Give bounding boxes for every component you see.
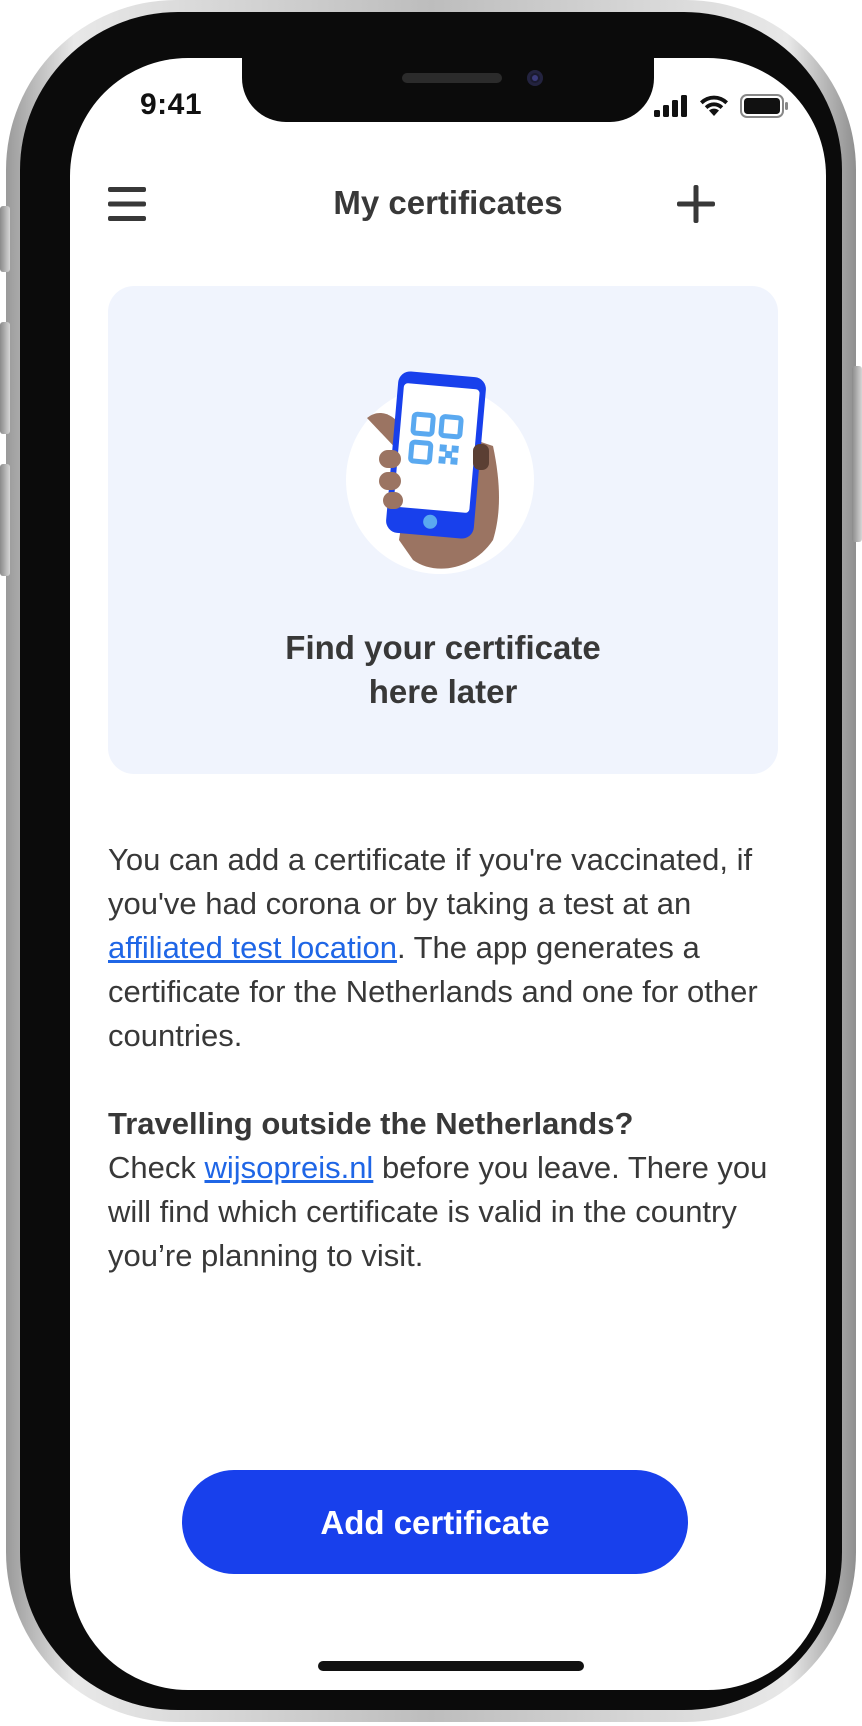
- wifi-icon: [700, 95, 728, 116]
- travel-heading: Travelling outside the Netherlands?: [108, 1106, 634, 1141]
- phone-qr-hand-illustration: [346, 371, 534, 574]
- empty-state-title: Find your certificate here later: [285, 629, 601, 710]
- navigation-bar: My certificates: [70, 168, 826, 238]
- home-indicator[interactable]: [318, 1661, 584, 1671]
- travel-paragraph: Travelling outside the Netherlands? Check…: [108, 1102, 788, 1278]
- description-text: You can add a certificate if you're vacc…: [108, 838, 788, 1322]
- volume-up-button: [0, 322, 10, 434]
- plus-icon: [677, 185, 715, 223]
- status-icons: [654, 94, 790, 118]
- affiliated-test-location-link[interactable]: affiliated test location: [108, 930, 397, 965]
- wijsopreis-link[interactable]: wijsopreis.nl: [204, 1150, 373, 1185]
- notch: [242, 58, 654, 122]
- add-certificate-button[interactable]: Add certificate: [182, 1470, 688, 1574]
- description-text-start: You can add a certificate if you're vacc…: [108, 842, 753, 921]
- speaker-grille: [402, 73, 502, 83]
- volume-down-button: [0, 464, 10, 576]
- silent-switch: [0, 206, 10, 272]
- cellular-signal-icon: [654, 95, 687, 117]
- travel-text-start: Check: [108, 1150, 205, 1185]
- app-screen: 9:41 My certificates Find your certifica…: [70, 58, 826, 1690]
- empty-state-card: Find your certificate here later: [108, 286, 778, 774]
- front-camera: [527, 70, 543, 86]
- description-paragraph: You can add a certificate if you're vacc…: [108, 838, 788, 1058]
- status-time: 9:41: [140, 88, 203, 121]
- add-certificate-icon-button[interactable]: [676, 184, 716, 224]
- phone-bezel: 9:41 My certificates Find your certifica…: [20, 12, 842, 1710]
- battery-icon: [740, 94, 788, 118]
- phone-frame: 9:41 My certificates Find your certifica…: [0, 0, 862, 1722]
- power-button: [852, 366, 862, 542]
